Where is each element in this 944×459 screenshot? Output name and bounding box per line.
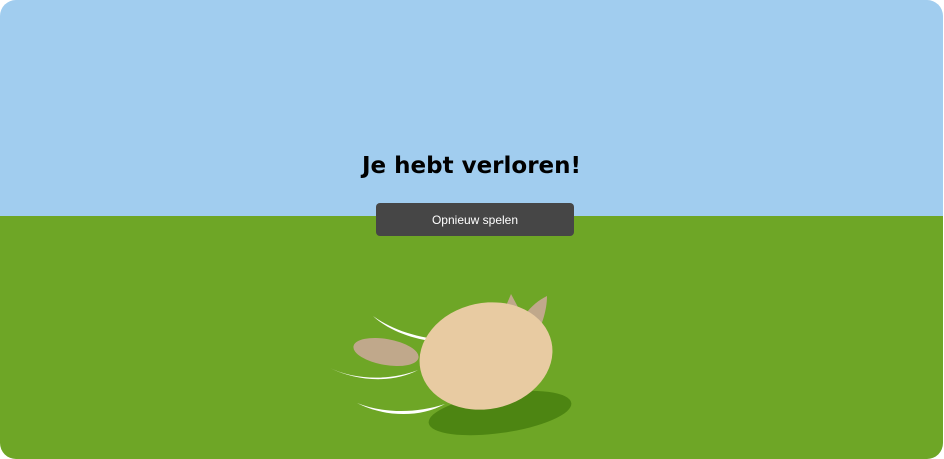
game-viewport: Je hebt verloren! Opnieuw spelen [0, 0, 943, 459]
play-again-button[interactable]: Opnieuw spelen [376, 203, 574, 236]
motion-line [357, 403, 445, 415]
animal-ear [353, 337, 419, 367]
game-over-message: Je hebt verloren! [361, 153, 582, 179]
motion-line [330, 368, 418, 380]
